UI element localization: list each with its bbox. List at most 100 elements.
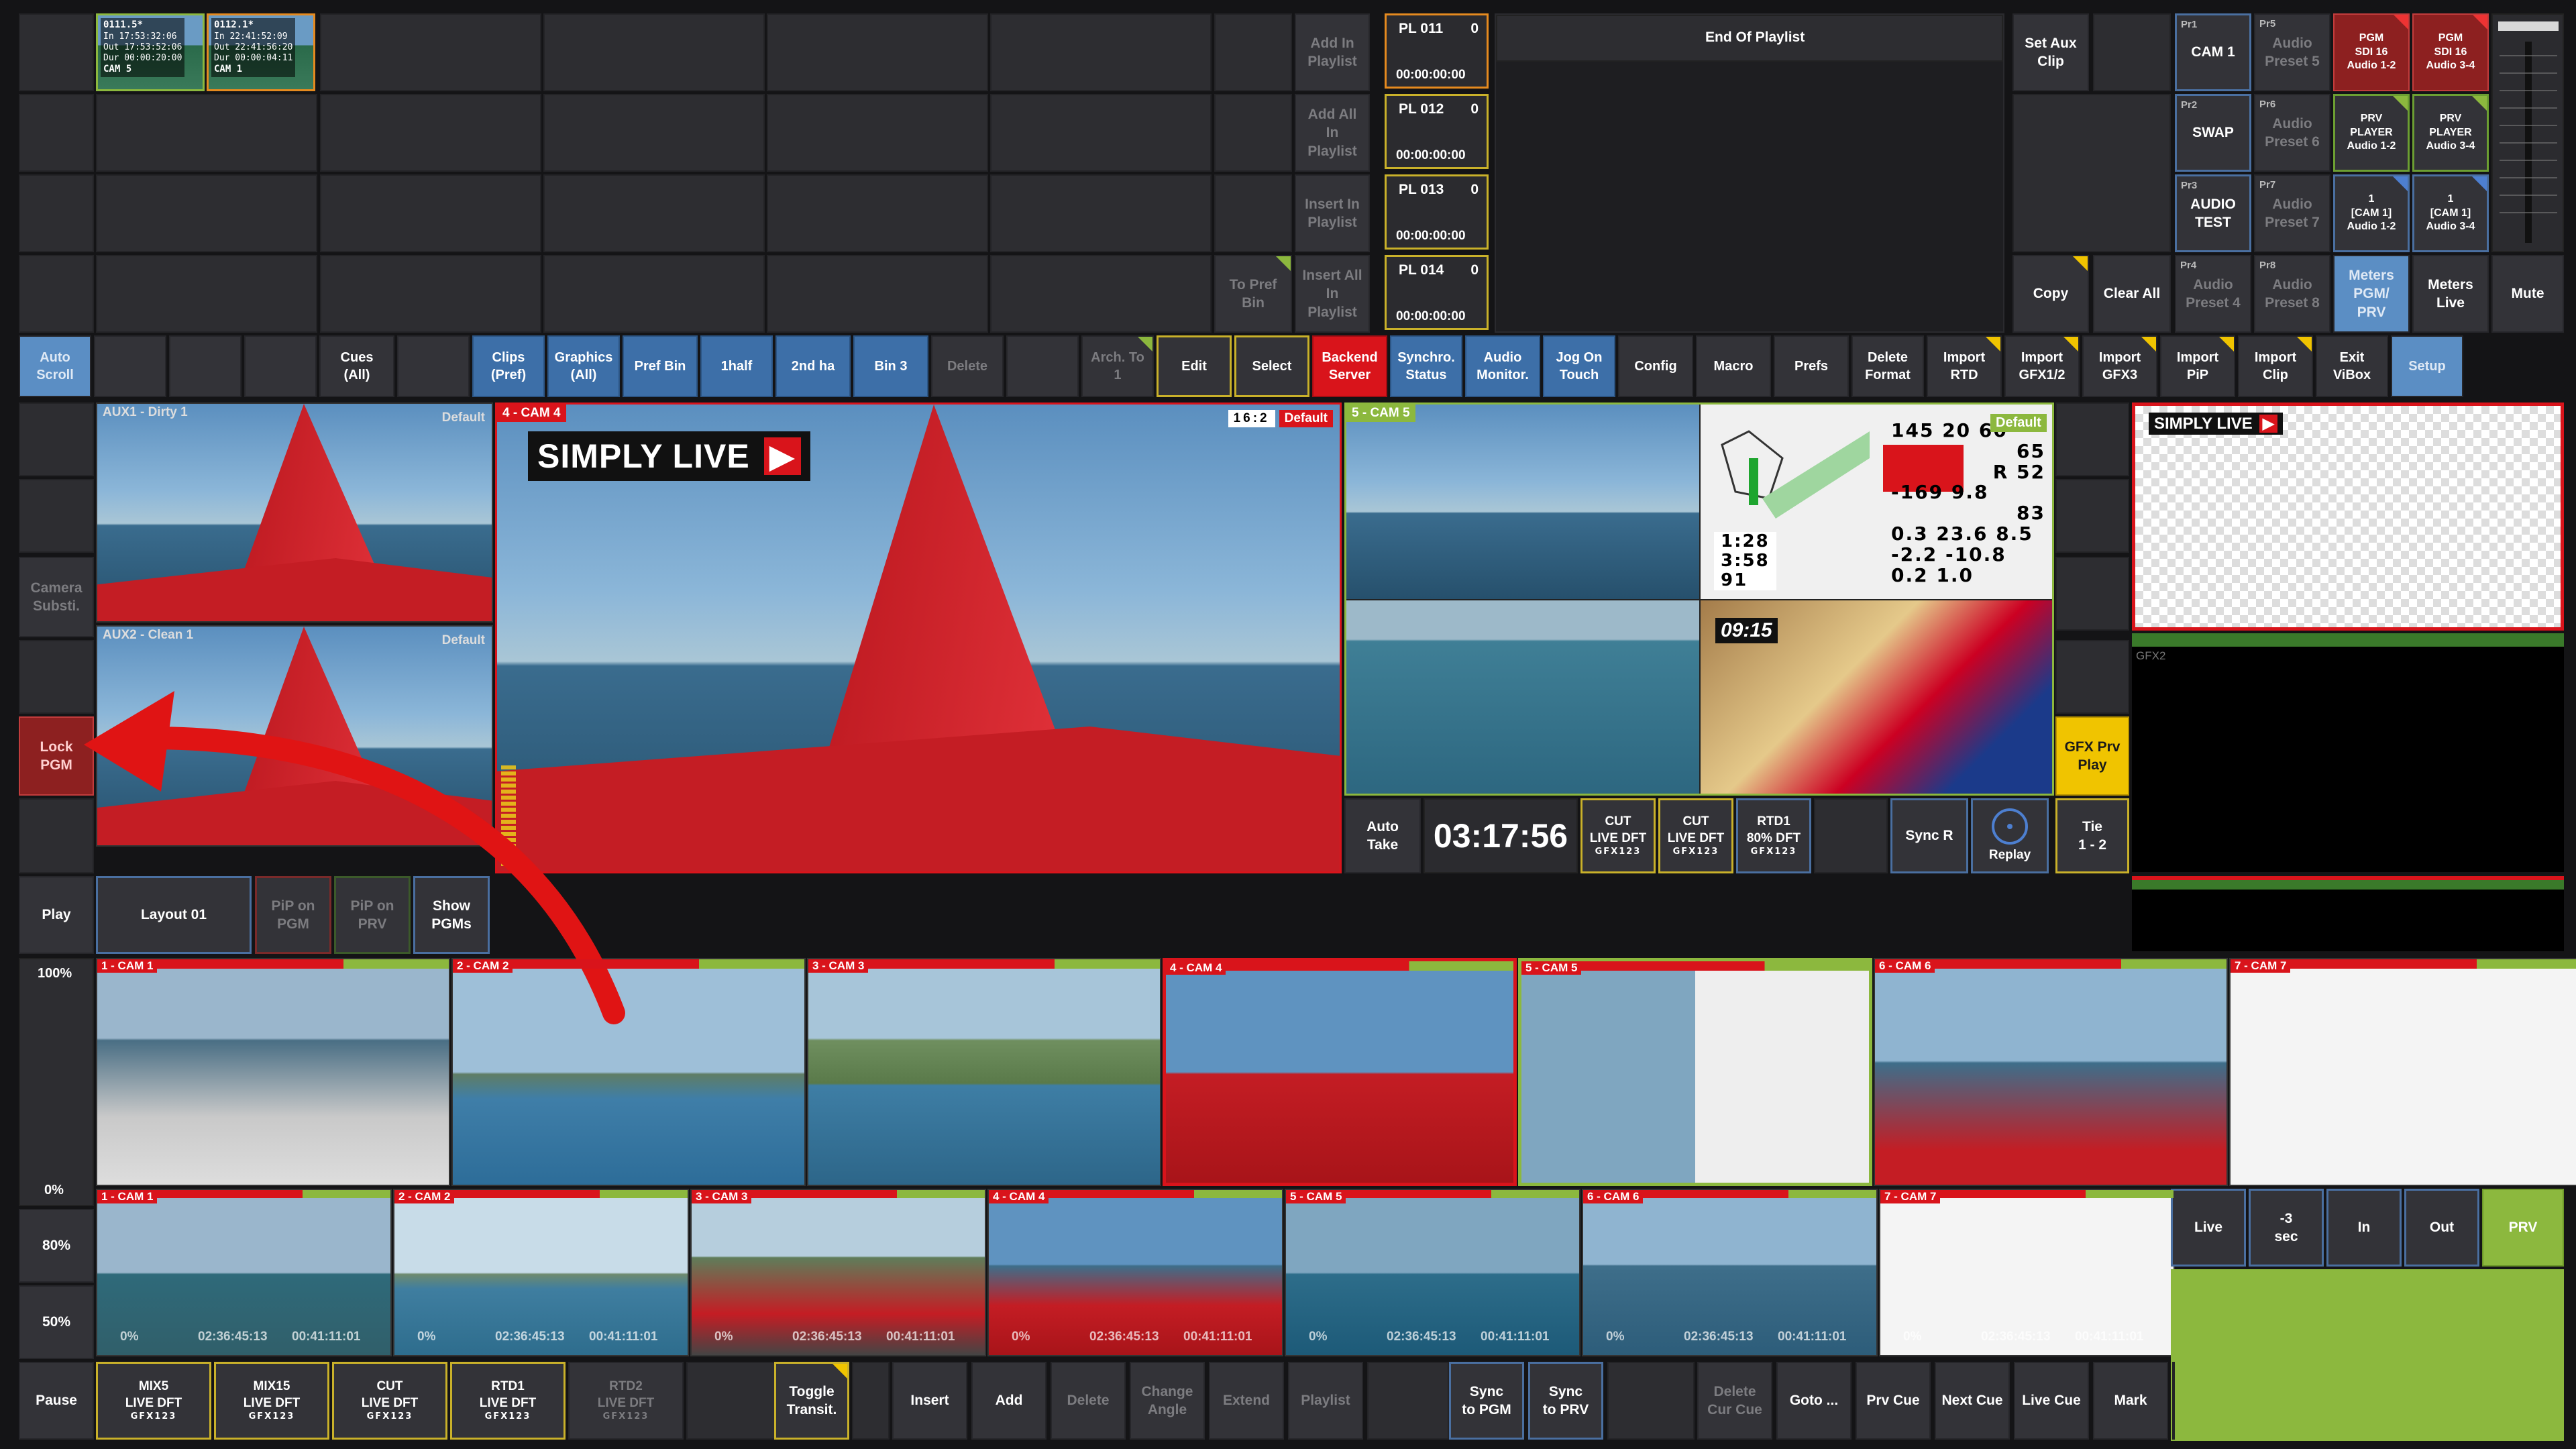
playlist-pl014[interactable]: PL 014 0 00:00:00:00 — [1385, 255, 1489, 330]
synchro-status-button[interactable]: Synchro. Status — [1390, 335, 1462, 397]
audio-monitor-button[interactable]: Audio Monitor. — [1465, 335, 1540, 397]
empty-clip-slot[interactable] — [543, 94, 765, 172]
audio-preset-7-button[interactable]: Pr7 Audio Preset 7 — [2254, 174, 2330, 252]
camera-substitute-button[interactable]: Camera Substi. — [19, 557, 94, 637]
speed-50-button[interactable]: 50% — [19, 1285, 94, 1359]
audio-pgm-sdi16-12-button[interactable]: PGM SDI 16 Audio 1-2 — [2333, 13, 2410, 91]
change-angle-button[interactable]: Change Angle — [1130, 1362, 1205, 1440]
audio-cam1-12-button[interactable]: 1 [CAM 1] Audio 1-2 — [2333, 174, 2410, 252]
meters-live-button[interactable]: Meters Live — [2412, 255, 2489, 333]
import-clip-button[interactable]: Import Clip — [2238, 335, 2313, 397]
macro-button[interactable]: Macro — [1696, 335, 1771, 397]
empty-clip-slot[interactable] — [320, 13, 541, 91]
lock-pgm-button[interactable]: Lock PGM — [19, 716, 94, 796]
prv-cue-button[interactable]: Prv Cue — [1856, 1362, 1931, 1440]
replay-button[interactable]: Replay — [1971, 798, 2049, 873]
arch-to-1-button[interactable]: Arch. To 1 — [1081, 335, 1154, 397]
import-gfx3-button[interactable]: Import GFX3 — [2082, 335, 2157, 397]
bin-3-button[interactable]: Bin 3 — [853, 335, 928, 397]
next-cue-button[interactable]: Next Cue — [1935, 1362, 2010, 1440]
empty-clip-slot[interactable] — [96, 94, 317, 172]
playlist-pl013[interactable]: PL 013 0 00:00:00:00 — [1385, 174, 1489, 250]
aux1-view[interactable]: AUX1 - Dirty 1 Default — [96, 402, 493, 623]
replay-cam-3-view[interactable]: 3 - CAM 3 0% 02:36:45:13 00:41:11:01 — [690, 1189, 986, 1356]
preset-cam1-button[interactable]: Pr1 CAM 1 — [2175, 13, 2251, 91]
live-cue-button[interactable]: Live Cue — [2014, 1362, 2089, 1440]
import-gfx12-button[interactable]: Import GFX1/2 — [2004, 335, 2080, 397]
tie-button[interactable]: Tie 1 - 2 — [2055, 798, 2129, 873]
playlist-content[interactable]: End Of Playlist — [1495, 13, 2004, 333]
bottom-transition-2-button[interactable]: MIX15 LIVE DFT GFX123 — [214, 1362, 329, 1440]
prefs-button[interactable]: Prefs — [1774, 335, 1849, 397]
empty-clip-slot[interactable] — [320, 174, 541, 252]
play-button[interactable]: Play — [19, 876, 94, 954]
empty-clip-slot[interactable] — [990, 255, 1212, 333]
replay-cam-7-view[interactable]: 7 - CAM 7 0% 02:36:45:13 00:41:11:01 — [1879, 1189, 2175, 1356]
goto-button[interactable]: Goto ... — [1776, 1362, 1851, 1440]
pgm-output-view[interactable]: SIMPLY LIVE ▶ — [2132, 402, 2564, 631]
live-cam-5-view[interactable]: 5 - CAM 5 — [1518, 958, 1872, 1186]
config-button[interactable]: Config — [1618, 335, 1693, 397]
empty-clip-slot[interactable] — [543, 255, 765, 333]
insert-button[interactable]: Insert — [892, 1362, 967, 1440]
replay-cam-2-view[interactable]: 2 - CAM 2 0% 02:36:45:13 00:41:11:01 — [393, 1189, 689, 1356]
preset-swap-button[interactable]: Pr2 SWAP — [2175, 94, 2251, 172]
live-cam-2-view[interactable]: 2 - CAM 2 — [451, 958, 806, 1186]
audio-cam1-34-button[interactable]: 1 [CAM 1] Audio 3-4 — [2412, 174, 2489, 252]
clips-pref-button[interactable]: Clips (Pref) — [472, 335, 545, 397]
set-aux-clip-button[interactable]: Set Aux Clip — [2012, 13, 2089, 91]
mute-button[interactable]: Mute — [2491, 255, 2564, 333]
audio-preset-8-button[interactable]: Pr8 Audio Preset 8 — [2254, 255, 2330, 333]
clip-thumbnail[interactable]: 0111.5* In 17:53:32:06 Out 17:53:52:06 Dur … — [96, 13, 205, 91]
empty-clip-slot[interactable] — [767, 255, 988, 333]
meters-pgm-prv-button[interactable]: Meters PGM/ PRV — [2333, 255, 2410, 333]
playlist-pl011[interactable]: PL 011 0 00:00:00:00 — [1385, 13, 1489, 89]
empty-clip-slot[interactable] — [543, 13, 765, 91]
auto-take-button[interactable]: Auto Take — [1344, 798, 1421, 873]
cam5-quad-view[interactable]: 5 - CAM 5 145 20 60 65 R 52 -169 9.8 83 … — [1344, 402, 2054, 796]
bottom-transition-5-button[interactable]: RTD2 LIVE DFT GFX123 — [568, 1362, 684, 1440]
jog-on-touch-button[interactable]: Jog On Touch — [1543, 335, 1615, 397]
insert-in-playlist-button[interactable]: Insert In Playlist — [1295, 174, 1370, 252]
playlist-button[interactable]: Playlist — [1288, 1362, 1363, 1440]
sync-to-pgm-button[interactable]: Sync to PGM — [1449, 1362, 1524, 1440]
replay-cam-1-view[interactable]: 1 - CAM 1 0% 02:36:45:13 00:41:11:01 — [96, 1189, 392, 1356]
add-all-in-playlist-button[interactable]: Add All In Playlist — [1295, 94, 1370, 172]
transport-out-button[interactable]: Out — [2404, 1189, 2479, 1267]
delete-cur-cue-button[interactable]: Delete Cur Cue — [1697, 1362, 1772, 1440]
delete-button[interactable]: Delete — [1051, 1362, 1126, 1440]
clear-all-button[interactable]: Clear All — [2093, 255, 2171, 333]
speed-80-button[interactable]: 80% — [19, 1209, 94, 1283]
toggle-transition-button[interactable]: Toggle Transit. — [774, 1362, 849, 1440]
extend-button[interactable]: Extend — [1209, 1362, 1284, 1440]
clip-thumbnail[interactable]: 0112.1* In 22:41:52:09 Out 22:41:56:20 Dur … — [207, 13, 315, 91]
edit-button[interactable]: Edit — [1157, 335, 1232, 397]
replay-cam-5-view[interactable]: 5 - CAM 5 0% 02:36:45:13 00:41:11:01 — [1285, 1189, 1580, 1356]
empty-clip-slot[interactable] — [96, 174, 317, 252]
main-preview-view[interactable]: 4 - CAM 4 SIMPLY LIVE ▶ 16:2 Default — [495, 402, 1342, 873]
audio-preset-6-button[interactable]: Pr6 Audio Preset 6 — [2254, 94, 2330, 172]
empty-clip-slot[interactable] — [990, 94, 1212, 172]
audio-prv-player-34-button[interactable]: PRV PLAYER Audio 3-4 — [2412, 94, 2489, 172]
gfx-prv-play-button[interactable]: GFX Prv Play — [2055, 716, 2129, 796]
bottom-transition-1-button[interactable]: MIX5 LIVE DFT GFX123 — [96, 1362, 211, 1440]
audio-preset-4-button[interactable]: Pr4 Audio Preset 4 — [2175, 255, 2251, 333]
pip-on-prv-button[interactable]: PiP on PRV — [334, 876, 411, 954]
show-pgms-button[interactable]: Show PGMs — [413, 876, 490, 954]
empty-clip-slot[interactable] — [543, 174, 765, 252]
empty-clip-slot[interactable] — [320, 255, 541, 333]
pref-bin-button[interactable]: Pref Bin — [623, 335, 698, 397]
empty-clip-slot[interactable] — [767, 13, 988, 91]
backend-server-button[interactable]: Backend Server — [1312, 335, 1387, 397]
exit-vibox-button[interactable]: Exit ViBox — [2316, 335, 2388, 397]
audio-pgm-sdi16-34-button[interactable]: PGM SDI 16 Audio 3-4 — [2412, 13, 2489, 91]
insert-all-in-playlist-button[interactable]: Insert All In Playlist — [1295, 255, 1370, 333]
playlist-pl012[interactable]: PL 012 0 00:00:00:00 — [1385, 94, 1489, 169]
add-button[interactable]: Add — [971, 1362, 1046, 1440]
empty-clip-slot[interactable] — [96, 255, 317, 333]
audio-fader[interactable] — [2491, 13, 2564, 252]
transport-live-button[interactable]: Live — [2171, 1189, 2246, 1267]
delete-button[interactable]: Delete — [931, 335, 1004, 397]
replay-cam-4-view[interactable]: 4 - CAM 4 0% 02:36:45:13 00:41:11:01 — [987, 1189, 1283, 1356]
bottom-transition-3-button[interactable]: CUT LIVE DFT GFX123 — [332, 1362, 447, 1440]
